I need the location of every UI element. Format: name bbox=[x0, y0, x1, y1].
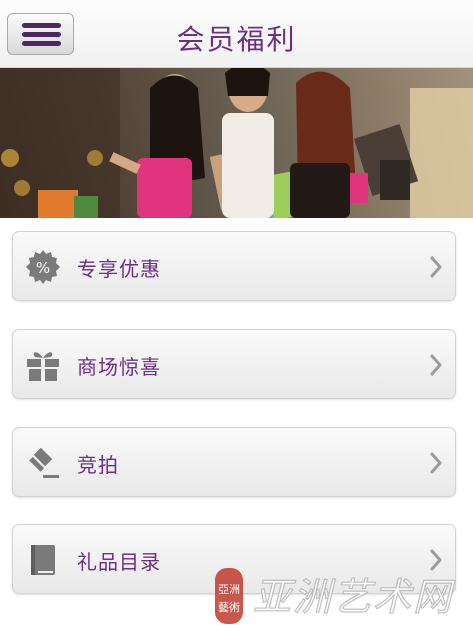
banner-image bbox=[0, 68, 473, 218]
watermark-stamp bbox=[215, 568, 243, 624]
percent-badge-icon: % bbox=[26, 250, 60, 284]
svg-text:亚洲艺术网: 亚洲艺术网 bbox=[253, 575, 456, 619]
book-icon bbox=[31, 545, 55, 575]
header-bar: 会员福利 bbox=[0, 0, 473, 68]
chevron-right-icon bbox=[430, 354, 442, 376]
menu-item-auction[interactable]: 竞拍 bbox=[12, 427, 456, 497]
shopping-women-photo bbox=[0, 68, 473, 218]
auction-gavel-icon bbox=[29, 447, 59, 478]
menu-item-label: 商场惊喜 bbox=[77, 355, 161, 379]
watermark-logo: 亞洲 藝術 亚洲艺术网 bbox=[215, 568, 456, 624]
svg-text:%: % bbox=[36, 259, 50, 277]
menu-item-label: 礼品目录 bbox=[77, 550, 161, 574]
svg-text:藝術: 藝術 bbox=[218, 601, 240, 614]
menu-item-mall-surprise[interactable]: 商场惊喜 bbox=[12, 329, 456, 399]
chevron-right-icon bbox=[430, 452, 442, 474]
menu-item-label: 竞拍 bbox=[77, 453, 119, 477]
gift-box-icon bbox=[27, 352, 59, 381]
menu-item-label: 专享优惠 bbox=[77, 257, 161, 281]
chevron-right-icon bbox=[430, 256, 442, 278]
page-title: 会员福利 bbox=[176, 23, 297, 56]
svg-text:亞洲: 亞洲 bbox=[218, 583, 240, 596]
menu-item-exclusive-offers[interactable]: % 专享优惠 bbox=[12, 231, 456, 301]
